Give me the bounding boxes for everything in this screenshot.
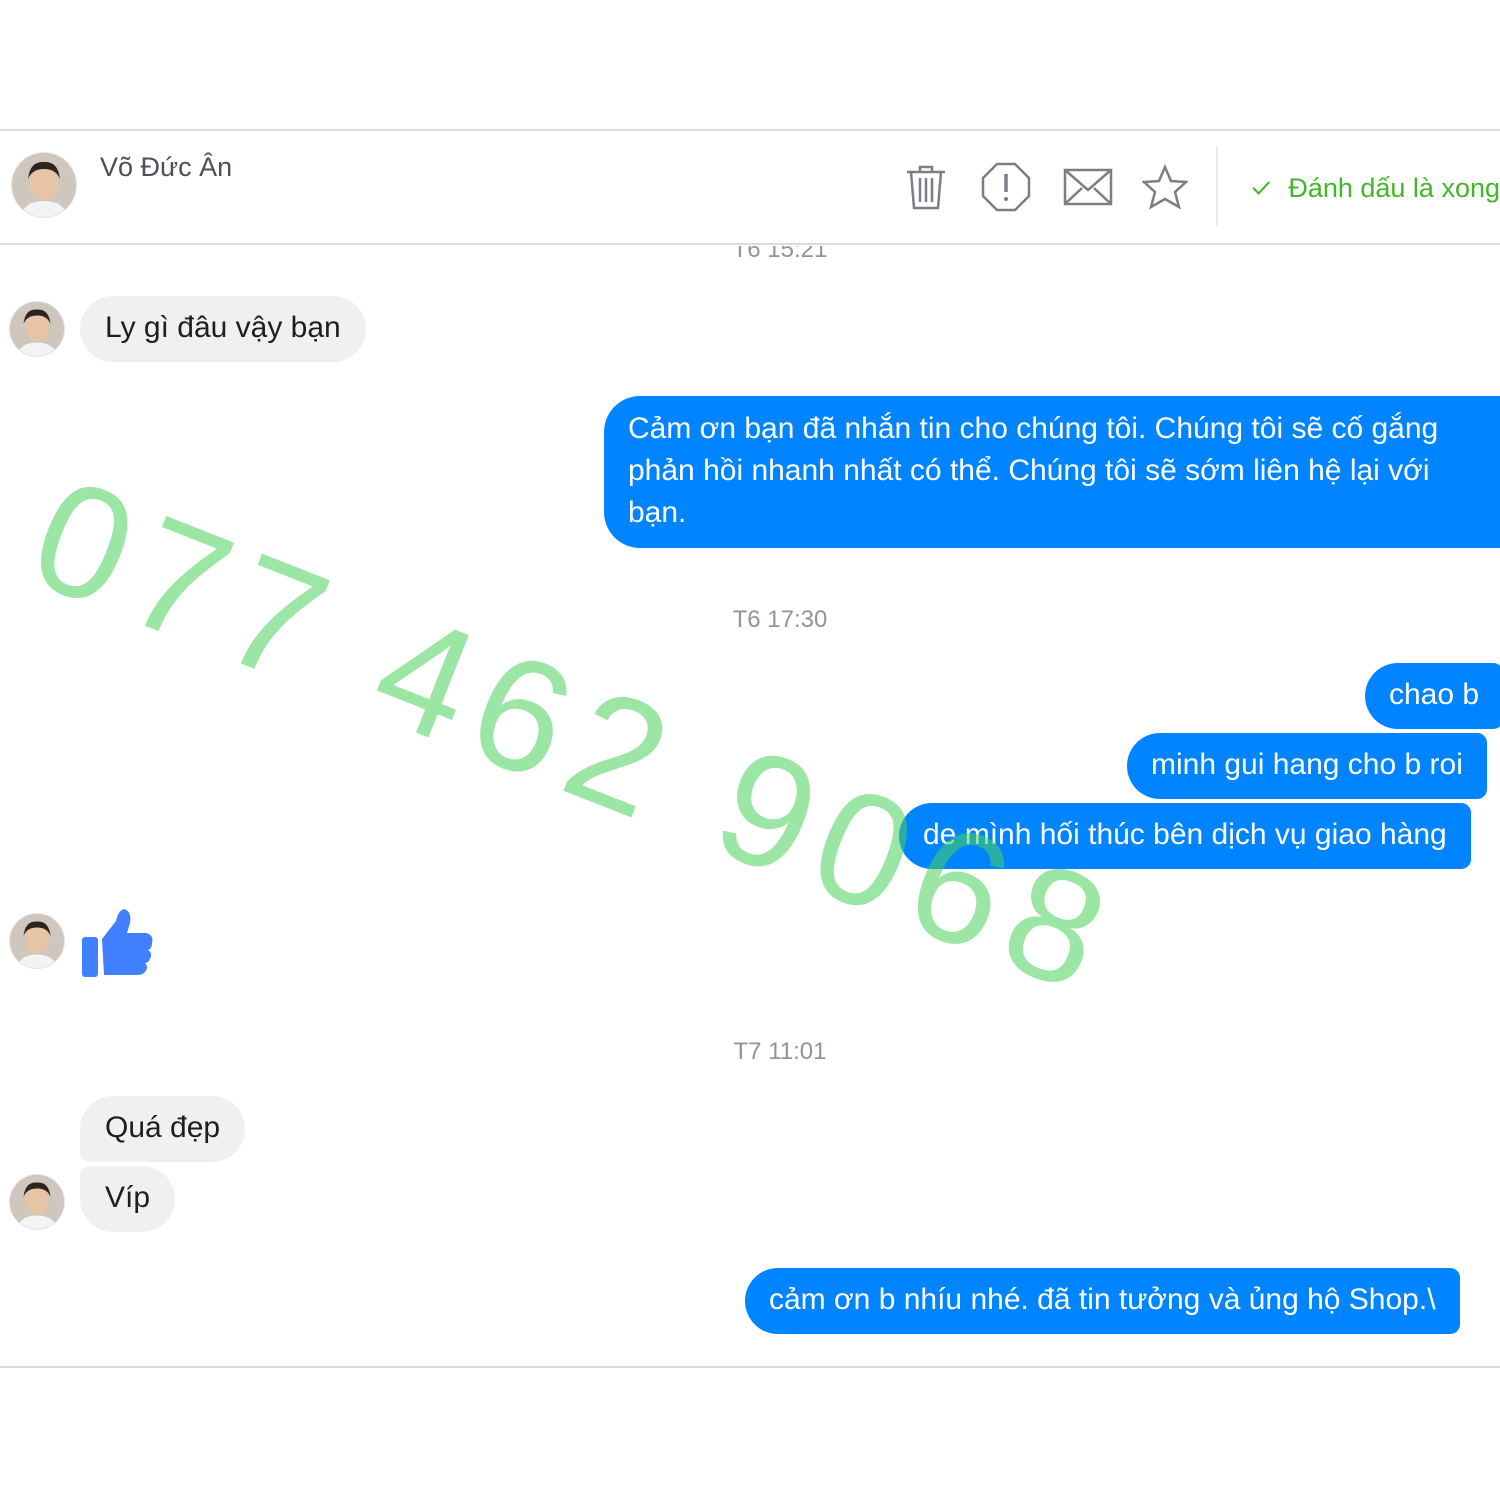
- message-bubble-outgoing[interactable]: minh gui hang cho b roi: [1127, 733, 1487, 799]
- checkmark-icon: [1252, 181, 1270, 195]
- mark-done-button[interactable]: Đánh dấu là xong: [1252, 163, 1500, 213]
- star-icon: [1142, 164, 1188, 210]
- message-bubble-incoming[interactable]: Ly gì đâu vậy bạn: [80, 296, 366, 362]
- contact-avatar[interactable]: [10, 302, 64, 356]
- header-separator: [1216, 146, 1218, 226]
- timestamp: T6 15:21: [732, 246, 828, 260]
- alert-octagon-icon: [981, 162, 1031, 212]
- delete-button[interactable]: [899, 160, 953, 214]
- header-bottom-divider: [0, 243, 1500, 245]
- contact-avatar[interactable]: [12, 153, 76, 217]
- message-bubble-incoming[interactable]: Víp: [80, 1166, 176, 1232]
- message-bubble-outgoing[interactable]: de mình hối thúc bên dịch vụ giao hàng: [899, 803, 1471, 869]
- timestamp-clip: T6 15:21: [0, 246, 1500, 260]
- conversation-bottom-divider: [0, 1366, 1500, 1368]
- report-button[interactable]: [979, 160, 1033, 214]
- message-bubble-outgoing[interactable]: chao b: [1365, 663, 1500, 729]
- message-bubble-outgoing[interactable]: Cảm ơn bạn đã nhắn tin cho chúng tôi. Ch…: [604, 396, 1500, 548]
- mark-unread-button[interactable]: [1061, 160, 1115, 214]
- star-button[interactable]: [1138, 160, 1192, 214]
- envelope-icon: [1063, 168, 1113, 206]
- contact-avatar[interactable]: [10, 1175, 64, 1229]
- timestamp: T6 17:30: [732, 606, 828, 633]
- message-bubble-outgoing[interactable]: cảm ơn b nhíu nhé. đã tin tưởng và ủng h…: [745, 1268, 1460, 1334]
- header-top-divider: [0, 129, 1500, 131]
- message-bubble-incoming[interactable]: Quá đẹp: [80, 1096, 246, 1162]
- contact-avatar[interactable]: [10, 914, 64, 968]
- mark-done-label: Đánh dấu là xong: [1288, 172, 1500, 203]
- thumbs-up-icon[interactable]: [80, 905, 156, 981]
- trash-icon: [907, 165, 945, 210]
- contact-name[interactable]: Võ Đức Ân: [100, 152, 232, 183]
- timestamp: T7 11:01: [733, 1038, 827, 1065]
